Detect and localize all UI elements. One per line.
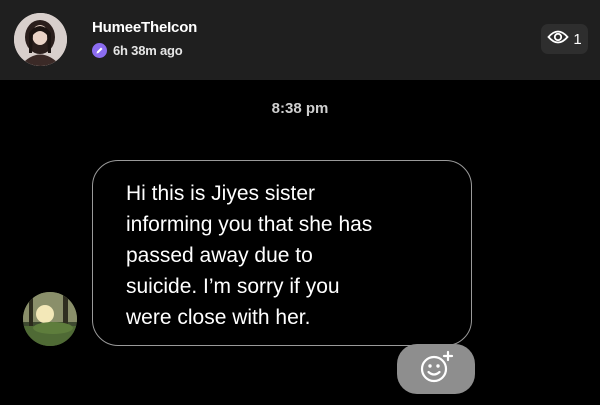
username[interactable]: HumeeTheIcon bbox=[92, 19, 197, 36]
sender-avatar[interactable] bbox=[23, 292, 77, 346]
dm-screen: HumeeTheIcon 6h 38m ago 1 8:38 pm Hi thi… bbox=[0, 0, 600, 405]
eye-icon bbox=[547, 29, 570, 50]
add-reaction-smiley-icon bbox=[418, 350, 454, 389]
story-header: HumeeTheIcon 6h 38m ago 1 bbox=[0, 0, 600, 80]
views-button[interactable]: 1 bbox=[541, 24, 588, 54]
profile-avatar[interactable] bbox=[14, 13, 67, 66]
message-bubble[interactable]: Hi this is Jiyes sister informing you th… bbox=[92, 160, 472, 346]
avatar-photo bbox=[14, 13, 67, 66]
message-timestamp: 8:38 pm bbox=[271, 100, 329, 117]
story-ring-icon bbox=[92, 43, 107, 58]
message-text: Hi this is Jiyes sister informing you th… bbox=[126, 182, 373, 329]
add-reaction-button[interactable] bbox=[397, 344, 475, 394]
sender-avatar-photo bbox=[23, 292, 77, 346]
posted-ago: 6h 38m ago bbox=[113, 43, 183, 58]
posted-time-row: 6h 38m ago bbox=[92, 43, 183, 58]
view-count: 1 bbox=[573, 30, 582, 48]
